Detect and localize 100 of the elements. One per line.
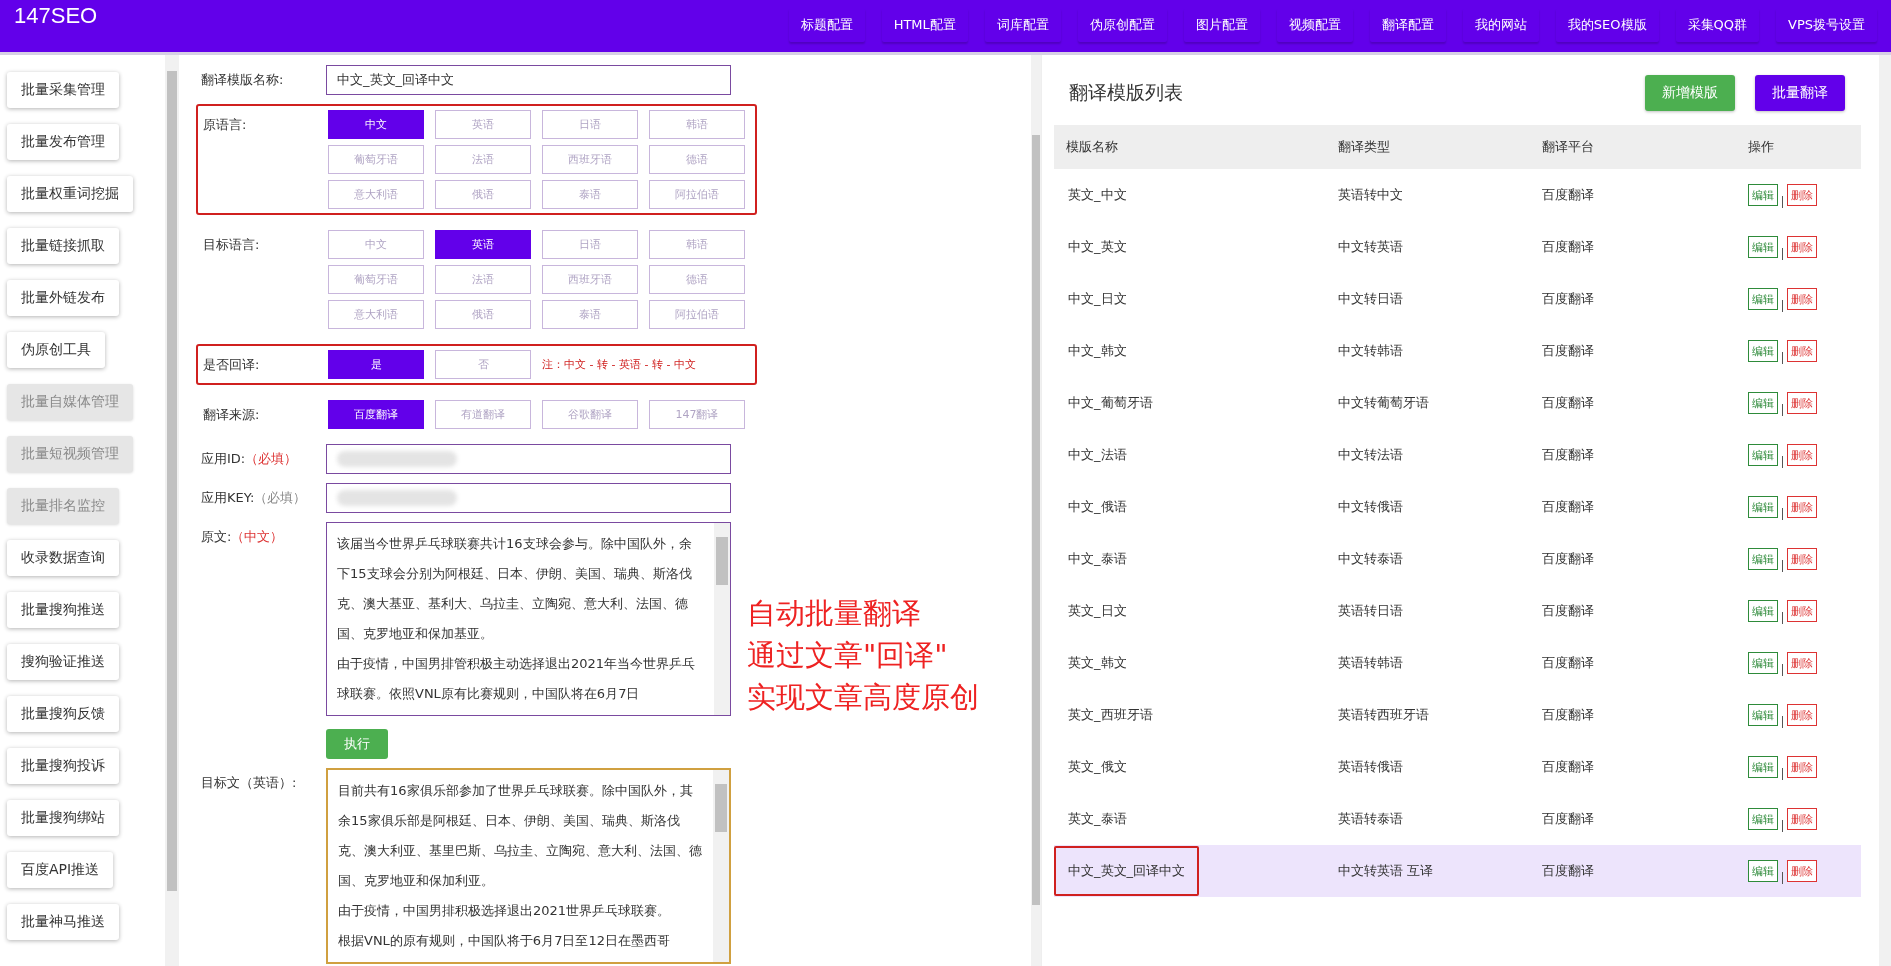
delete-button[interactable]: 删除: [1787, 444, 1817, 466]
text-field[interactable]: 中文_英文_回译中文: [326, 65, 731, 95]
table-row[interactable]: 中文_韩文 中文转韩语 百度翻译 编辑 删除: [1054, 325, 1861, 377]
option-button[interactable]: 西班牙语: [542, 265, 638, 294]
table-row[interactable]: 中文_泰语 中文转泰语 百度翻译 编辑 删除: [1054, 533, 1861, 585]
sidebar-button[interactable]: 批量链接抓取: [7, 228, 119, 264]
sidebar-button[interactable]: 批量搜狗投诉: [7, 748, 119, 784]
table-row[interactable]: 中文_法语 中文转法语 百度翻译 编辑 删除: [1054, 429, 1861, 481]
table-row[interactable]: 中文_英文 中文转英语 百度翻译 编辑 删除: [1054, 221, 1861, 273]
delete-button[interactable]: 删除: [1787, 288, 1817, 310]
delete-button[interactable]: 删除: [1787, 548, 1817, 570]
option-button[interactable]: 是: [328, 350, 424, 379]
delete-button[interactable]: 删除: [1787, 756, 1817, 778]
sidebar-button[interactable]: 收录数据查询: [7, 540, 119, 576]
option-button[interactable]: 西班牙语: [542, 145, 638, 174]
option-button[interactable]: 有道翻译: [435, 400, 531, 429]
option-button[interactable]: 葡萄牙语: [328, 145, 424, 174]
option-button[interactable]: 谷歌翻译: [542, 400, 638, 429]
option-button[interactable]: 德语: [649, 265, 745, 294]
action-button[interactable]: 批量翻译: [1755, 75, 1845, 111]
table-row[interactable]: 英文_日文 英语转日语 百度翻译 编辑 删除: [1054, 585, 1861, 637]
delete-button[interactable]: 删除: [1787, 704, 1817, 726]
option-button[interactable]: 日语: [542, 110, 638, 139]
nav-link[interactable]: 图片配置: [1183, 8, 1260, 42]
nav-link[interactable]: 我的SEO模版: [1555, 8, 1659, 42]
sidebar-button[interactable]: 批量发布管理: [7, 124, 119, 160]
sidebar-button[interactable]: 批量搜狗绑站: [7, 800, 119, 836]
sidebar-button[interactable]: 批量权重词挖掘: [7, 176, 133, 212]
scrollbar[interactable]: [1031, 55, 1041, 966]
table-row[interactable]: 英文_中文 英语转中文 百度翻译 编辑 删除: [1054, 169, 1861, 221]
nav-link[interactable]: 视频配置: [1276, 8, 1353, 42]
delete-button[interactable]: 删除: [1787, 600, 1817, 622]
option-button[interactable]: 中文: [328, 230, 424, 259]
table-row[interactable]: 英文_泰语 英语转泰语 百度翻译 编辑 删除: [1054, 793, 1861, 845]
option-button[interactable]: 德语: [649, 145, 745, 174]
table-row[interactable]: 中文_英文_回译中文 中文转英语 互译 百度翻译 编辑 删除: [1054, 845, 1861, 897]
table-row[interactable]: 中文_葡萄牙语 中文转葡萄牙语 百度翻译 编辑 删除: [1054, 377, 1861, 429]
option-button[interactable]: 英语: [435, 110, 531, 139]
option-button[interactable]: 意大利语: [328, 180, 424, 209]
option-button[interactable]: 百度翻译: [328, 400, 424, 429]
option-button[interactable]: 俄语: [435, 180, 531, 209]
text-area[interactable]: 目前共有16家俱乐部参加了世界乒乓球联赛。除中国队外，其余15家俱乐部是阿根廷、日本、伊朗、美国、瑞典、斯洛伐克、澳大利亚、基里巴斯、乌拉圭、立陶宛、意大利、法国、德国、克罗地亚和保加利亚。 由于疫情，中国男排积极选择退出2021世界乒乓球联赛。 根据VNL的原有规则，中国队将于6月7日至12日在墨西哥: [326, 768, 731, 964]
nav-link[interactable]: 我的网站: [1462, 8, 1539, 42]
nav-link[interactable]: HTML配置: [881, 8, 968, 42]
sidebar-button[interactable]: 批量神马推送: [7, 904, 119, 940]
edit-button[interactable]: 编辑: [1748, 808, 1778, 830]
edit-button[interactable]: 编辑: [1748, 860, 1778, 882]
text-area[interactable]: 该届当今世界乒乓球联赛共计16支球会参与。除中国队外，余下15支球会分别为阿根廷、日本、伊朗、美国、瑞典、斯洛伐克、澳大基亚、基利大、乌拉圭、立陶宛、意大利、法国、德国、克罗地亚和保加基亚。 由于疫情，中国男排管积极主动选择退出2021年当今世界乒乓球联赛。依照VNL原有比赛规则，中国队将在6月7日: [326, 522, 731, 716]
option-button[interactable]: 法语: [435, 265, 531, 294]
nav-link[interactable]: 采集QQ群: [1675, 8, 1759, 42]
edit-button[interactable]: 编辑: [1748, 652, 1778, 674]
sidebar-button[interactable]: 伪原创工具: [7, 332, 105, 368]
option-button[interactable]: 147翻译: [649, 400, 745, 429]
option-button[interactable]: 意大利语: [328, 300, 424, 329]
text-field[interactable]: [326, 444, 731, 474]
table-row[interactable]: 中文_日文 中文转日语 百度翻译 编辑 删除: [1054, 273, 1861, 325]
scrollbar[interactable]: [714, 523, 730, 715]
delete-button[interactable]: 删除: [1787, 860, 1817, 882]
sidebar-button[interactable]: 批量外链发布: [7, 280, 119, 316]
scrollbar[interactable]: [713, 770, 729, 962]
delete-button[interactable]: 删除: [1787, 652, 1817, 674]
option-button[interactable]: 韩语: [649, 110, 745, 139]
table-row[interactable]: 中文_俄语 中文转俄语 百度翻译 编辑 删除: [1054, 481, 1861, 533]
nav-link[interactable]: 翻译配置: [1369, 8, 1446, 42]
scrollbar[interactable]: [165, 55, 179, 966]
edit-button[interactable]: 编辑: [1748, 444, 1778, 466]
nav-link[interactable]: 词库配置: [984, 8, 1061, 42]
option-button[interactable]: 否: [435, 350, 531, 379]
table-row[interactable]: 英文_韩文 英语转韩语 百度翻译 编辑 删除: [1054, 637, 1861, 689]
delete-button[interactable]: 删除: [1787, 340, 1817, 362]
edit-button[interactable]: 编辑: [1748, 340, 1778, 362]
edit-button[interactable]: 编辑: [1748, 392, 1778, 414]
edit-button[interactable]: 编辑: [1748, 236, 1778, 258]
edit-button[interactable]: 编辑: [1748, 496, 1778, 518]
scrollbar[interactable]: [1879, 55, 1891, 966]
nav-link[interactable]: 伪原创配置: [1077, 8, 1167, 42]
edit-button[interactable]: 编辑: [1748, 600, 1778, 622]
delete-button[interactable]: 删除: [1787, 236, 1817, 258]
edit-button[interactable]: 编辑: [1748, 704, 1778, 726]
nav-link[interactable]: VPS拨号设置: [1776, 8, 1877, 42]
action-button[interactable]: 新增模版: [1645, 75, 1735, 111]
delete-button[interactable]: 删除: [1787, 808, 1817, 830]
nav-link[interactable]: 标题配置: [788, 8, 865, 42]
edit-button[interactable]: 编辑: [1748, 184, 1778, 206]
option-button[interactable]: 英语: [435, 230, 531, 259]
table-row[interactable]: 英文_西班牙语 英语转西班牙语 百度翻译 编辑 删除: [1054, 689, 1861, 741]
option-button[interactable]: 中文: [328, 110, 424, 139]
option-button[interactable]: 韩语: [649, 230, 745, 259]
text-field[interactable]: [326, 483, 731, 513]
option-button[interactable]: 法语: [435, 145, 531, 174]
edit-button[interactable]: 编辑: [1748, 548, 1778, 570]
sidebar-button[interactable]: 百度API推送: [7, 852, 114, 888]
option-button[interactable]: 泰语: [542, 300, 638, 329]
option-button[interactable]: 日语: [542, 230, 638, 259]
sidebar-button[interactable]: 批量搜狗反馈: [7, 696, 119, 732]
sidebar-button[interactable]: 批量采集管理: [7, 72, 119, 108]
option-button[interactable]: 阿拉伯语: [649, 300, 745, 329]
option-button[interactable]: 葡萄牙语: [328, 265, 424, 294]
option-button[interactable]: 阿拉伯语: [649, 180, 745, 209]
edit-button[interactable]: 编辑: [1748, 756, 1778, 778]
